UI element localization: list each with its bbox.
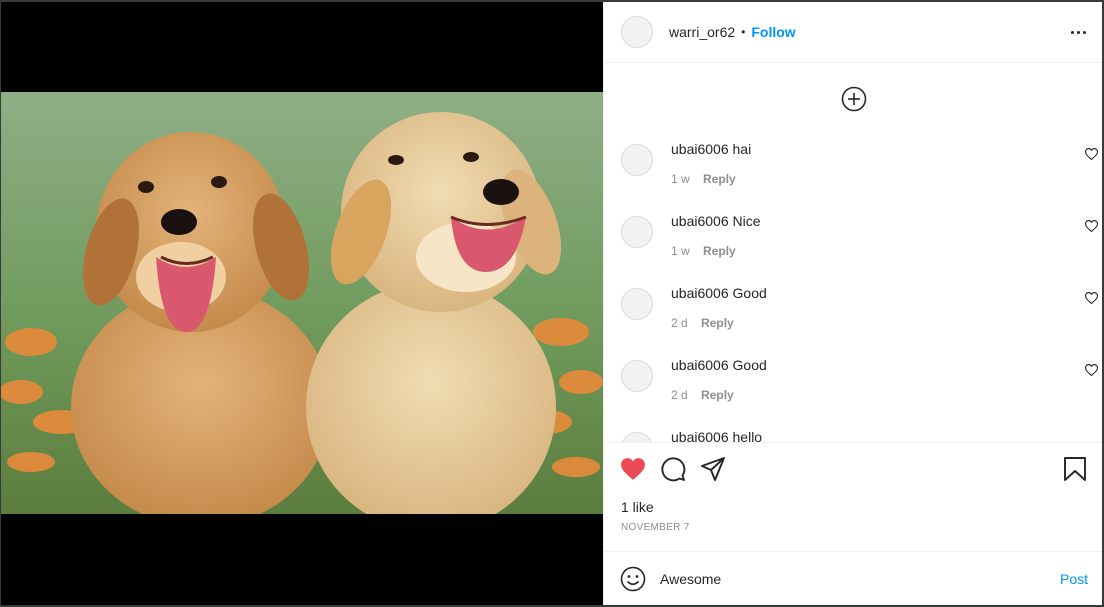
follow-button[interactable]: Follow xyxy=(751,24,795,40)
comment-input[interactable] xyxy=(660,570,1060,587)
comment-item: ubai6006 hai 1 w Reply xyxy=(621,141,1101,201)
comment-meta: 2 d Reply xyxy=(671,388,734,402)
comment-time[interactable]: 1 w xyxy=(671,244,690,258)
comment-text-line: ubai6006 hai xyxy=(671,141,751,157)
comment-username[interactable]: ubai6006 xyxy=(671,213,729,229)
post-button[interactable]: Post xyxy=(1060,571,1088,587)
reply-button[interactable]: Reply xyxy=(703,172,736,186)
commenter-avatar[interactable] xyxy=(621,144,653,176)
post-media xyxy=(1,2,603,605)
commenter-avatar[interactable] xyxy=(621,432,653,442)
ellipsis-icon[interactable] xyxy=(1071,30,1086,34)
reply-button[interactable]: Reply xyxy=(701,388,734,402)
like-button[interactable] xyxy=(620,456,646,482)
post-modal: warri_or62 • Follow ubai6006 hai 1 w Rep… xyxy=(1,2,1102,605)
header-separator: • xyxy=(741,25,746,39)
comment-time[interactable]: 2 d xyxy=(671,316,688,330)
comment-item: ubai6006 Good 2 d Reply xyxy=(621,285,1101,345)
post-actions xyxy=(604,442,1102,494)
heart-outline-icon[interactable] xyxy=(1085,148,1098,160)
comment-text-line: ubai6006 hello xyxy=(671,429,762,442)
comment-button[interactable] xyxy=(660,456,686,482)
commenter-avatar[interactable] xyxy=(621,288,653,320)
heart-filled-icon xyxy=(621,457,645,480)
author-avatar[interactable] xyxy=(621,16,653,48)
comment-username[interactable]: ubai6006 xyxy=(671,429,729,442)
post-image[interactable] xyxy=(1,92,603,514)
paper-plane-icon xyxy=(701,456,725,481)
commenter-avatar[interactable] xyxy=(621,360,653,392)
author-username[interactable]: warri_or62 xyxy=(669,24,735,40)
comment-text-line: ubai6006 Good xyxy=(671,357,767,373)
comment-body: hai xyxy=(732,141,752,157)
save-button[interactable] xyxy=(1062,456,1088,482)
smiley-icon[interactable] xyxy=(620,566,646,592)
comment-body: Good xyxy=(732,357,767,373)
heart-outline-icon[interactable] xyxy=(1085,220,1098,232)
comment-text-line: ubai6006 Nice xyxy=(671,213,761,229)
share-button[interactable] xyxy=(700,456,726,482)
likes-count[interactable]: 1 like xyxy=(604,494,1102,520)
comment-meta: 1 w Reply xyxy=(671,244,736,258)
puppies-photo xyxy=(1,92,603,514)
post-sidebar: warri_or62 • Follow ubai6006 hai 1 w Rep… xyxy=(603,2,1102,605)
heart-outline-icon[interactable] xyxy=(1085,364,1098,376)
comments-list[interactable]: ubai6006 hai 1 w Reply ubai6006 Nice 1 w… xyxy=(604,63,1102,442)
post-date[interactable]: NOVEMBER 7 xyxy=(604,520,1102,552)
reply-button[interactable]: Reply xyxy=(703,244,736,258)
bookmark-icon xyxy=(1064,456,1086,481)
comment-username[interactable]: ubai6006 xyxy=(671,141,729,157)
comment-username[interactable]: ubai6006 xyxy=(671,357,729,373)
comment-item: ubai6006 Nice 1 w Reply xyxy=(621,213,1101,273)
comment-text-line: ubai6006 Good xyxy=(671,285,767,301)
commenter-avatar[interactable] xyxy=(621,216,653,248)
comment-composer: Post xyxy=(604,551,1102,605)
comment-body: hello xyxy=(732,429,763,442)
comment-meta: 1 w Reply xyxy=(671,172,736,186)
comment-time[interactable]: 1 w xyxy=(671,172,690,186)
comment-username[interactable]: ubai6006 xyxy=(671,285,729,301)
comment-time[interactable]: 2 d xyxy=(671,388,688,402)
reply-button[interactable]: Reply xyxy=(701,316,734,330)
comment-body: Nice xyxy=(732,213,761,229)
plus-circle-icon[interactable] xyxy=(841,86,867,112)
comment-item: ubai6006 Good 2 d Reply xyxy=(621,357,1101,417)
speech-bubble-icon xyxy=(661,456,686,481)
comment-meta: 2 d Reply xyxy=(671,316,734,330)
comment-body: Good xyxy=(732,285,767,301)
heart-outline-icon[interactable] xyxy=(1085,292,1098,304)
post-header: warri_or62 • Follow xyxy=(604,2,1102,63)
comment-item: ubai6006 hello xyxy=(621,429,1101,442)
